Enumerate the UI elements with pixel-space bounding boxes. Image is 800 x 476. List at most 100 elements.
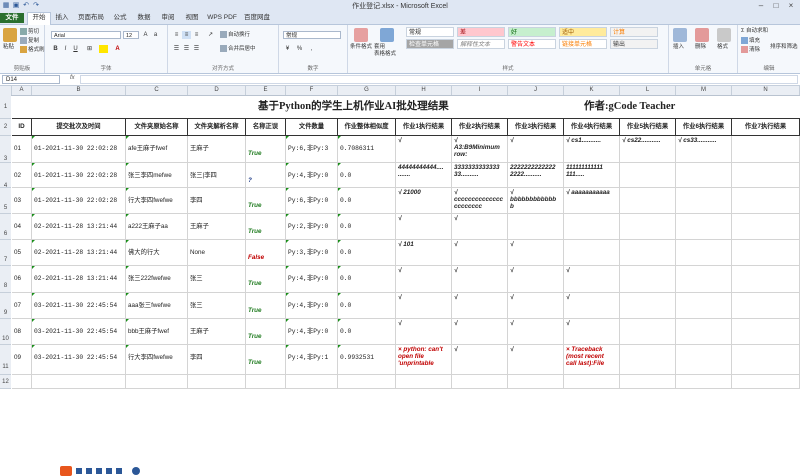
cell-result5[interactable] (620, 214, 676, 240)
conditional-format-icon[interactable] (354, 28, 368, 42)
sogou-input-icon[interactable] (60, 466, 72, 476)
cell-count[interactable]: Py:4,非Py:0 (286, 319, 338, 345)
cell-id[interactable]: 06 (12, 266, 32, 293)
formula-input[interactable] (80, 75, 798, 84)
cell-result1[interactable]: × python: can't open file 'unprintable (396, 345, 452, 375)
cell-result5[interactable] (620, 188, 676, 214)
italic-button[interactable]: I (61, 45, 70, 53)
tab-baidu-netdisk[interactable]: 百度网盘 (242, 13, 272, 23)
cell-result6[interactable] (676, 240, 732, 266)
empty-cell[interactable] (620, 375, 676, 389)
cell-ok[interactable]: True (246, 214, 286, 240)
cell-sim[interactable]: 0.7086311 (338, 136, 396, 163)
paste-icon[interactable] (3, 28, 17, 42)
cell-result1[interactable]: 44444444444.... ....... (396, 163, 452, 188)
cell-id[interactable]: 02 (12, 163, 32, 188)
empty-cell[interactable] (12, 375, 32, 389)
select-all-corner[interactable] (0, 86, 12, 95)
cell-result4[interactable] (564, 214, 620, 240)
align-top-icon[interactable]: ≡ (172, 31, 181, 39)
cell-result2[interactable]: 3333333333333 33.......... (452, 163, 508, 188)
delete-cells-icon[interactable] (695, 28, 709, 42)
tab-formulas[interactable]: 公式 (110, 13, 130, 23)
row-header-7[interactable]: 7 (0, 240, 11, 266)
cell-result7[interactable] (732, 240, 800, 266)
underline-button[interactable]: U (71, 45, 80, 53)
conditional-format-button[interactable]: 条件格式 (350, 44, 372, 51)
cell-result3[interactable]: 2222222222222 2222.......... (508, 163, 564, 188)
cell-result2[interactable]: √ (452, 345, 508, 375)
column-header-l[interactable]: L (620, 86, 676, 95)
fx-icon[interactable]: fx (70, 75, 75, 81)
minimize-icon[interactable]: – (754, 0, 768, 12)
tab-file[interactable]: 文件 (0, 13, 24, 23)
tab-home[interactable]: 开始 (27, 12, 51, 25)
column-header-f[interactable]: F (286, 86, 338, 95)
header-cell-result3[interactable]: 作业3执行结果 (508, 119, 564, 136)
insert-cells-button[interactable]: 插入 (673, 44, 684, 51)
empty-cell[interactable] (32, 375, 126, 389)
cell-orig[interactable]: 张三222fwefwe (126, 266, 188, 293)
empty-cell[interactable] (396, 375, 452, 389)
cell-result4[interactable]: √ (564, 293, 620, 319)
fill-color-icon[interactable] (99, 45, 108, 53)
cell-ok[interactable]: True (246, 136, 286, 163)
cell-result2[interactable]: √ (452, 293, 508, 319)
autosum-button[interactable]: Σ 自动求和 (741, 28, 768, 35)
cell-orig[interactable]: a222王麻子aa (126, 214, 188, 240)
sort-filter-button[interactable]: 排序和筛选 (770, 44, 798, 51)
number-format-select[interactable]: 常规 (283, 31, 341, 39)
cell-parsed[interactable]: 李四 (188, 188, 246, 214)
cell-sim[interactable]: 0.0 (338, 266, 396, 293)
cell-sim[interactable]: 0.0 (338, 214, 396, 240)
cell-result6[interactable] (676, 266, 732, 293)
column-header-c[interactable]: C (126, 86, 188, 95)
cell-count[interactable]: Py:2,非Py:0 (286, 214, 338, 240)
align-left-icon[interactable]: ☰ (172, 45, 181, 53)
row-header-4[interactable]: 4 (0, 163, 11, 189)
row-header-10[interactable]: 10 (0, 319, 11, 345)
cell-result6[interactable] (676, 319, 732, 345)
cell-result7[interactable] (732, 345, 800, 375)
cell-result1[interactable]: √ (396, 214, 452, 240)
header-cell-result6[interactable]: 作业6执行结果 (676, 119, 732, 136)
cell-batch[interactable]: 03-2021-11-30 22:45:54 (32, 345, 126, 375)
toolbar-icon-2[interactable] (86, 468, 92, 474)
sheet-author[interactable]: 作者:gCode Teacher (584, 98, 675, 113)
cut-button[interactable]: 剪切 (20, 28, 39, 36)
cell-result5[interactable] (620, 240, 676, 266)
cell-result4[interactable]: √ (564, 319, 620, 345)
column-header-b[interactable]: B (32, 86, 126, 95)
cell-ok[interactable]: True (246, 188, 286, 214)
font-color-icon[interactable]: A (113, 45, 122, 53)
style-check-cell[interactable]: 检查单元格 (406, 39, 454, 49)
align-middle-icon[interactable]: ≡ (182, 31, 191, 39)
cell-parsed[interactable]: 王麻子 (188, 136, 246, 163)
cell-parsed[interactable]: 张三 (188, 266, 246, 293)
cell-ok[interactable]: False (246, 240, 286, 266)
clear-button[interactable]: 清除 (741, 46, 760, 54)
cell-result6[interactable] (676, 214, 732, 240)
name-box[interactable]: D14 (2, 75, 60, 84)
row-header-11[interactable]: 11 (0, 345, 11, 375)
cell-ok[interactable]: True (246, 319, 286, 345)
header-cell-result5[interactable]: 作业5执行结果 (620, 119, 676, 136)
cell-result4[interactable]: 111111111111 111..... (564, 163, 620, 188)
cell-result7[interactable] (732, 293, 800, 319)
tab-wps-pdf[interactable]: WPS PDF (206, 13, 238, 23)
cell-parsed[interactable]: 王麻子 (188, 214, 246, 240)
cell-result7[interactable] (732, 319, 800, 345)
empty-cell[interactable] (286, 375, 338, 389)
cell-result5[interactable]: √ cs22........... (620, 136, 676, 163)
column-header-d[interactable]: D (188, 86, 246, 95)
font-name-select[interactable]: Arial (51, 31, 121, 39)
format-as-table-icon[interactable] (380, 28, 394, 42)
style-normal[interactable]: 常规 (406, 27, 454, 37)
cell-id[interactable]: 01 (12, 136, 32, 163)
empty-cell[interactable] (246, 375, 286, 389)
cell-sim[interactable]: 0.0 (338, 293, 396, 319)
cell-result3[interactable] (508, 214, 564, 240)
cell-result3[interactable]: √ (508, 293, 564, 319)
cell-count[interactable]: Py:4,非Py:0 (286, 163, 338, 188)
header-cell-result4[interactable]: 作业4执行结果 (564, 119, 620, 136)
